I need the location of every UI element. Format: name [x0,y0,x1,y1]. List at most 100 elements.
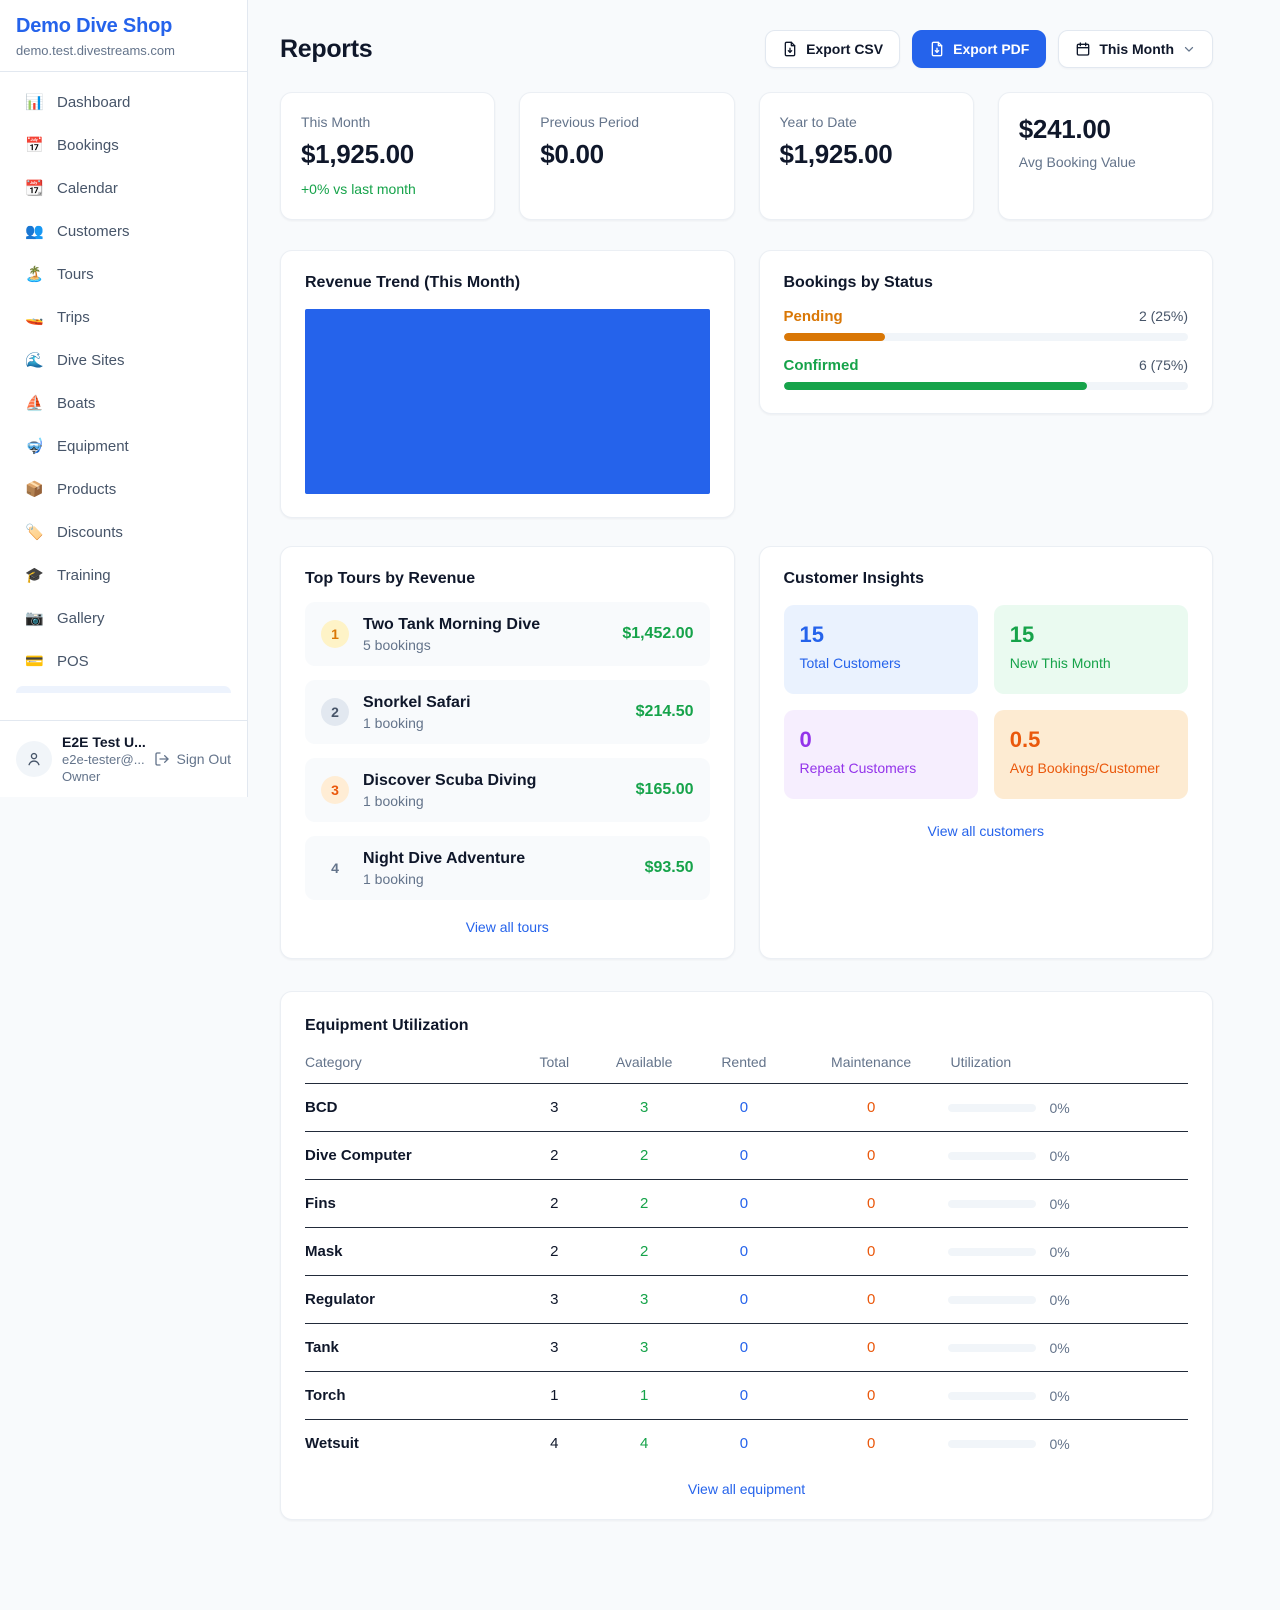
cell-category: Wetsuit [305,1420,514,1468]
rank-badge: 1 [321,620,349,648]
mid-row: Top Tours by Revenue 1 Two Tank Morning … [280,546,1213,959]
table-row: Fins 2 2 0 0 0% [305,1180,1188,1228]
view-all-tours-link[interactable]: View all tours [466,919,549,935]
stats-row: This Month $1,925.00 +0% vs last month P… [280,92,1213,220]
user-section: E2E Test U... e2e-tester@... Owner Sign … [0,720,247,797]
table-row: Dive Computer 2 2 0 0 0% [305,1132,1188,1180]
cell-maintenance: 0 [794,1228,949,1276]
sidebar-item-trips[interactable]: 🚤 Trips [8,299,239,336]
column-header-available: Available [594,1054,694,1084]
sidebar-item-calendar[interactable]: 📆 Calendar [8,170,239,207]
sidebar-item-boats[interactable]: ⛵ Boats [8,385,239,422]
user-info: E2E Test U... e2e-tester@... Owner [62,734,144,784]
sidebar-item-pos[interactable]: 💳 POS [8,643,239,680]
brand-name[interactable]: Demo Dive Shop [16,15,231,38]
sign-out-button[interactable]: Sign Out [154,751,231,767]
sidebar-item-label: Customers [57,223,130,240]
cell-available: 2 [594,1180,694,1228]
cell-total: 2 [514,1132,594,1180]
sidebar-item-training[interactable]: 🎓 Training [8,557,239,594]
cell-maintenance: 0 [794,1180,949,1228]
tile-label: Avg Bookings/Customer [1010,760,1172,776]
cell-maintenance: 0 [794,1132,949,1180]
cell-rented: 0 [694,1228,794,1276]
export-csv-label: Export CSV [806,41,883,57]
tour-revenue: $214.50 [636,703,694,721]
status-value: 6 (75%) [1139,357,1188,373]
graduation-cap-icon: 🎓 [25,568,44,583]
utilization-percent: 0% [1049,1196,1069,1212]
sidebar-item-label: Calendar [57,180,118,197]
view-all-equipment-link[interactable]: View all equipment [688,1481,805,1497]
sidebar: Demo Dive Shop demo.test.divestreams.com… [0,0,248,797]
stat-card-year-to-date: Year to Date $1,925.00 [759,92,974,220]
cell-rented: 0 [694,1420,794,1468]
sidebar-item-equipment[interactable]: 🤿 Equipment [8,428,239,465]
sidebar-item-label: Discounts [57,524,123,541]
equipment-utilization-card: Equipment Utilization Category Total Ava… [280,991,1213,1520]
cell-utilization: 0% [948,1324,1188,1372]
tour-bookings: 1 booking [363,871,525,887]
export-pdf-button[interactable]: Export PDF [912,30,1046,68]
utilization-bar-track [948,1200,1036,1208]
tile-repeat-customers: 0 Repeat Customers [784,710,978,799]
tour-name: Discover Scuba Diving [363,772,536,790]
sidebar-item-label: Products [57,481,116,498]
cell-total: 3 [514,1276,594,1324]
utilization-percent: 0% [1049,1436,1069,1452]
cell-maintenance: 0 [794,1084,949,1132]
sign-out-icon [154,751,170,767]
export-csv-button[interactable]: Export CSV [765,30,900,68]
bar-chart-icon: 📊 [25,95,44,110]
rank-badge: 4 [321,854,349,882]
sidebar-item-label: Tours [57,266,94,283]
table-row: Wetsuit 4 4 0 0 0% [305,1420,1188,1468]
tile-new-this-month: 15 New This Month [994,605,1188,694]
wave-icon: 🌊 [25,353,44,368]
sidebar-item-label: Boats [57,395,95,412]
rank-badge: 2 [321,698,349,726]
tour-revenue: $1,452.00 [622,625,693,643]
table-row: Regulator 3 3 0 0 0% [305,1276,1188,1324]
cell-utilization: 0% [948,1084,1188,1132]
sidebar-item-dive-sites[interactable]: 🌊 Dive Sites [8,342,239,379]
utilization-bar-track [948,1104,1036,1112]
sidebar-active-item-partial[interactable] [16,686,231,693]
diving-mask-icon: 🤿 [25,439,44,454]
tile-value: 15 [800,622,962,648]
cell-utilization: 0% [948,1420,1188,1468]
period-dropdown[interactable]: This Month [1058,30,1213,68]
utilization-percent: 0% [1049,1340,1069,1356]
view-all-customers-link[interactable]: View all customers [928,823,1044,839]
main-content: Reports Export CSV Export PDF [248,0,1280,1560]
sidebar-item-products[interactable]: 📦 Products [8,471,239,508]
brand[interactable]: Demo Dive Shop demo.test.divestreams.com [0,0,247,72]
cell-utilization: 0% [948,1132,1188,1180]
tour-item: 4 Night Dive Adventure 1 booking $93.50 [305,836,710,900]
sidebar-item-dashboard[interactable]: 📊 Dashboard [8,84,239,121]
person-icon [25,750,43,768]
period-label: This Month [1099,41,1174,57]
sidebar-item-bookings[interactable]: 📅 Bookings [8,127,239,164]
cell-category: Fins [305,1180,514,1228]
status-bar-fill [784,333,885,341]
sidebar-item-tours[interactable]: 🏝️ Tours [8,256,239,293]
utilization-bar-track [948,1440,1036,1448]
utilization-bar-track [948,1296,1036,1304]
utilization-percent: 0% [1049,1100,1069,1116]
sidebar-item-discounts[interactable]: 🏷️ Discounts [8,514,239,551]
column-header-utilization: Utilization [948,1054,1188,1084]
cell-utilization: 0% [948,1228,1188,1276]
calendar-icon: 📆 [25,181,44,196]
sidebar-item-gallery[interactable]: 📷 Gallery [8,600,239,637]
page-header: Reports Export CSV Export PDF [280,30,1213,68]
top-tours-title: Top Tours by Revenue [305,570,710,588]
tile-label: Repeat Customers [800,760,962,776]
cell-utilization: 0% [948,1180,1188,1228]
sidebar-item-customers[interactable]: 👥 Customers [8,213,239,250]
cell-available: 3 [594,1324,694,1372]
status-row-confirmed: Confirmed 6 (75%) [784,357,1189,390]
cell-maintenance: 0 [794,1420,949,1468]
utilization-bar-track [948,1392,1036,1400]
tour-revenue: $93.50 [645,859,694,877]
